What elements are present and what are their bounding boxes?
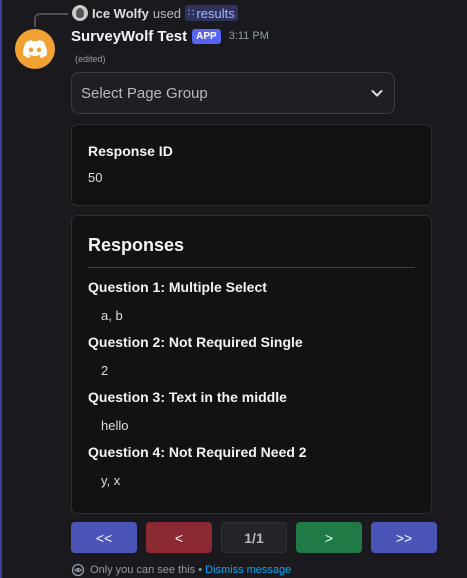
question-label: Question 1: Multiple Select: [88, 279, 267, 295]
reply-used-text: used: [152, 5, 182, 21]
question-item: Question 3: Text in the middle hello: [88, 389, 415, 433]
chevron-down-icon: [371, 90, 383, 97]
message-highlight-bar: [0, 0, 2, 578]
reply-connector: [34, 13, 68, 27]
dismiss-message-link[interactable]: Dismiss message: [205, 564, 291, 576]
question-label: Question 4: Not Required Need 2: [88, 444, 307, 460]
discord-logo-icon: [23, 40, 47, 58]
pagination-controls: << < 1/1 > >>: [71, 522, 437, 553]
responses-title: Responses: [88, 235, 415, 268]
edited-label: (edited): [75, 54, 106, 64]
question-label: Question 2: Not Required Single: [88, 334, 303, 350]
command-mention[interactable]: ∷ results: [185, 5, 238, 21]
response-id-card: Response ID 50: [71, 124, 432, 206]
question-answer: hello: [101, 418, 129, 433]
select-placeholder: Select Page Group: [81, 84, 208, 102]
bot-name[interactable]: SurveyWolf Test: [71, 28, 187, 45]
question-item: Question 4: Not Required Need 2 y, x: [88, 444, 415, 488]
message-timestamp: 3:11 PM: [228, 30, 269, 42]
message-header: SurveyWolf Test APP 3:11 PM: [71, 26, 269, 46]
command-name: results: [196, 5, 235, 21]
question-answer: 2: [101, 363, 109, 378]
reply-user-name[interactable]: Ice Wolfy: [92, 6, 149, 21]
ephemeral-notice: Only you can see this • Dismiss message: [71, 563, 291, 577]
question-answer: a, b: [101, 308, 123, 323]
page-indicator-button[interactable]: 1/1: [221, 522, 287, 553]
response-id-value: 50: [88, 170, 103, 185]
prev-page-button[interactable]: <: [146, 522, 212, 553]
last-page-button[interactable]: >>: [371, 522, 437, 553]
page-group-select[interactable]: Select Page Group: [71, 72, 395, 114]
command-reply-context[interactable]: Ice Wolfy used ∷ results: [72, 5, 238, 21]
first-page-button[interactable]: <<: [71, 522, 137, 553]
ephemeral-text: Only you can see this •: [90, 564, 203, 576]
next-page-button[interactable]: >: [296, 522, 362, 553]
question-answer: y, x: [101, 473, 121, 488]
bot-avatar[interactable]: [15, 29, 55, 69]
response-id-label: Response ID: [88, 143, 173, 159]
responses-card: Responses Question 1: Multiple Select a,…: [71, 215, 432, 514]
eye-icon: [71, 563, 85, 577]
question-item: Question 2: Not Required Single 2: [88, 334, 415, 378]
question-item: Question 1: Multiple Select a, b: [88, 279, 415, 323]
app-badge: APP: [192, 28, 221, 44]
question-label: Question 3: Text in the middle: [88, 389, 287, 405]
user-avatar[interactable]: [72, 5, 88, 21]
slash-command-icon: ∷: [188, 7, 194, 19]
